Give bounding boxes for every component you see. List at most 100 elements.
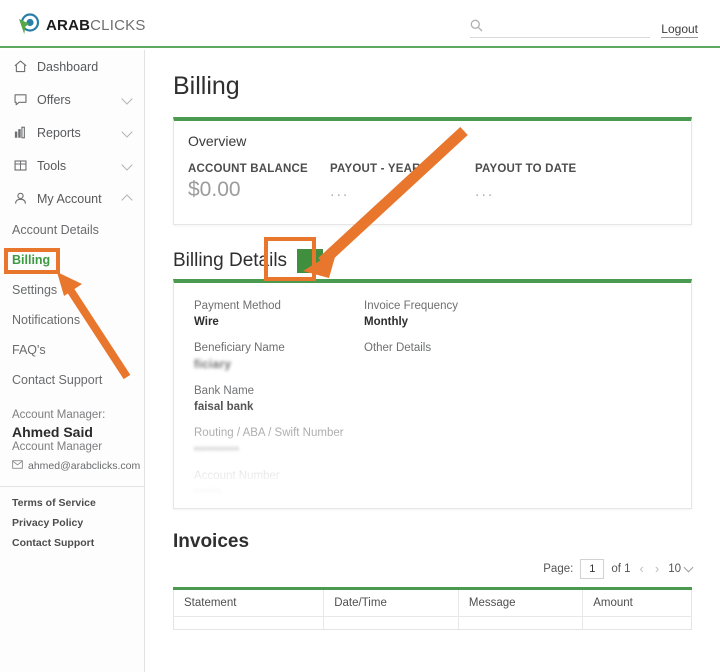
search-icon (470, 19, 483, 32)
sidebar-item-tools[interactable]: Tools (0, 149, 144, 182)
privacy-policy-link[interactable]: Privacy Policy (12, 517, 132, 529)
invoices-title: Invoices (173, 530, 250, 552)
account-manager-email[interactable]: ahmed@arabclicks.com (12, 460, 140, 472)
field-label-beneficiary-name: Beneficiary Name (194, 342, 285, 355)
search-input[interactable] (470, 22, 650, 38)
column-header-message[interactable]: Message (458, 588, 584, 617)
field-label-account-number: Account Number (194, 469, 280, 482)
table-cell (173, 615, 325, 630)
account-manager-name: Ahmed Said (12, 424, 93, 440)
chevron-down-icon[interactable] (121, 93, 133, 105)
chevron-up-icon[interactable] (121, 194, 133, 206)
sidebar-item-label: Reports (37, 125, 81, 140)
search-area (470, 18, 650, 38)
logout-link[interactable]: Logout (661, 22, 698, 38)
metric-value: $0.00 (188, 178, 241, 201)
page-label: Page: (543, 562, 574, 575)
brand-name-light: CLICKS (90, 16, 146, 34)
metric-label: PAYOUT TO DATE (475, 163, 577, 175)
billing-details-right-column: Invoice Frequency Monthly Other Details (364, 299, 534, 498)
metric-payout-year: PAYOUT - YEAR ... (330, 163, 475, 202)
sidebar-item-reports[interactable]: Reports (0, 116, 144, 149)
sidebar-item-my-account[interactable]: My Account (0, 182, 144, 215)
sidebar-item-account-details[interactable]: Account Details (0, 215, 144, 245)
main-content: Billing Overview ACCOUNT BALANCE $0.00 P… (145, 50, 720, 672)
column-header-date-time[interactable]: Date/Time (323, 588, 459, 617)
page-number-input[interactable] (580, 558, 605, 579)
billing-details-grid: Payment Method Wire Beneficiary Name fic… (174, 283, 691, 508)
chevron-down-icon[interactable] (121, 126, 133, 138)
table-row (173, 615, 692, 630)
sidebar-item-label: My Account (37, 191, 102, 206)
field-label-invoice-frequency: Invoice Frequency (364, 300, 458, 312)
column-header-amount[interactable]: Amount (583, 588, 692, 616)
account-manager-heading: Account Manager: (12, 409, 106, 421)
sidebar-item-settings[interactable]: Settings (0, 275, 144, 305)
overview-card-title: Overview (188, 133, 247, 149)
sidebar-item-faqs[interactable]: FAQ's (0, 335, 144, 365)
field-value-bank-name: faisal bank (194, 401, 254, 414)
home-icon (12, 59, 28, 75)
brand-name: ARABCLICKS (46, 17, 146, 34)
metric-payout-to-date: PAYOUT TO DATE ... (475, 163, 576, 202)
field-value-routing-number: •••••••••• (194, 443, 240, 456)
field-label-routing-number: Routing / ABA / Swift Number (194, 427, 344, 440)
contact-support-link[interactable]: Contact Support (12, 537, 132, 549)
billing-details-card: Payment Method Wire Beneficiary Name fic… (173, 279, 692, 509)
account-manager-role: Account Manager (12, 441, 103, 453)
chevron-right-icon[interactable]: › (653, 561, 661, 576)
field-label-other-details: Other Details (364, 342, 432, 355)
table-cell (323, 615, 459, 630)
brand-name-bold: ARAB (46, 16, 91, 34)
billing-details-left-column: Payment Method Wire Beneficiary Name fic… (194, 299, 364, 498)
invoices-pagination: Page: of 1 ‹ › 10 (173, 558, 694, 579)
invoices-table-header-row: Statement Date/Time Message Amount (173, 588, 692, 617)
sidebar-item-contact-support[interactable]: Contact Support (0, 365, 144, 395)
sidebar-item-billing[interactable]: Billing (0, 245, 144, 275)
account-manager-block: Account Manager: Ahmed Said Account Mana… (0, 395, 144, 476)
field-value-account-number: •••••• (194, 485, 222, 498)
metric-value: ... (330, 183, 350, 200)
user-icon (12, 191, 28, 207)
chevron-down-icon[interactable] (121, 159, 133, 171)
field-value-beneficiary-name: ficiary (194, 358, 232, 371)
target-cursor-logo-icon (16, 12, 42, 38)
page-title: Billing (173, 72, 240, 100)
bar-chart-icon (12, 125, 28, 141)
speech-bubble-icon (12, 92, 28, 108)
billing-details-title: Billing Details (173, 250, 288, 271)
account-manager-email-text: ahmed@arabclicks.com (28, 460, 141, 472)
table-cell (582, 615, 692, 630)
sidebar-item-label: Offers (37, 92, 71, 107)
brand-logo[interactable]: ARABCLICKS (16, 12, 146, 38)
field-value-payment-method: Wire (194, 316, 219, 329)
sidebar: Dashboard Offers Reports Tools My Accoun… (0, 50, 145, 672)
edit-billing-details-button[interactable] (297, 249, 324, 273)
chevron-left-icon[interactable]: ‹ (638, 561, 646, 576)
field-label-bank-name: Bank Name (194, 384, 255, 397)
sidebar-item-dashboard[interactable]: Dashboard (0, 50, 144, 83)
metric-value: ... (475, 183, 495, 200)
grid-tools-icon (12, 158, 28, 174)
sidebar-item-notifications[interactable]: Notifications (0, 305, 144, 335)
app-root: ARABCLICKS Logout Dashboard Offers Repor… (0, 0, 720, 672)
metric-label: PAYOUT - YEAR (330, 163, 421, 175)
page-size-selector[interactable]: 10 (668, 562, 694, 575)
envelope-icon (12, 460, 23, 472)
metric-account-balance: ACCOUNT BALANCE $0.00 (188, 163, 330, 202)
chevron-down-icon (683, 562, 694, 573)
page-size-value: 10 (668, 562, 681, 575)
top-bar: ARABCLICKS Logout (0, 0, 720, 48)
page-total-label: of 1 (611, 562, 631, 575)
table-cell (458, 615, 584, 630)
sidebar-item-label: Dashboard (37, 59, 99, 74)
column-header-statement[interactable]: Statement (173, 588, 325, 617)
terms-of-service-link[interactable]: Terms of Service (12, 497, 132, 509)
legal-links: Terms of Service Privacy Policy Contact … (0, 486, 144, 549)
invoices-table: Statement Date/Time Message Amount (173, 586, 692, 630)
billing-details-header: Billing Details (173, 249, 692, 273)
metric-label: ACCOUNT BALANCE (188, 163, 308, 175)
overview-metrics: ACCOUNT BALANCE $0.00 PAYOUT - YEAR ... … (174, 149, 691, 224)
sidebar-item-offers[interactable]: Offers (0, 83, 144, 116)
overview-card: Overview ACCOUNT BALANCE $0.00 PAYOUT - … (173, 117, 692, 225)
